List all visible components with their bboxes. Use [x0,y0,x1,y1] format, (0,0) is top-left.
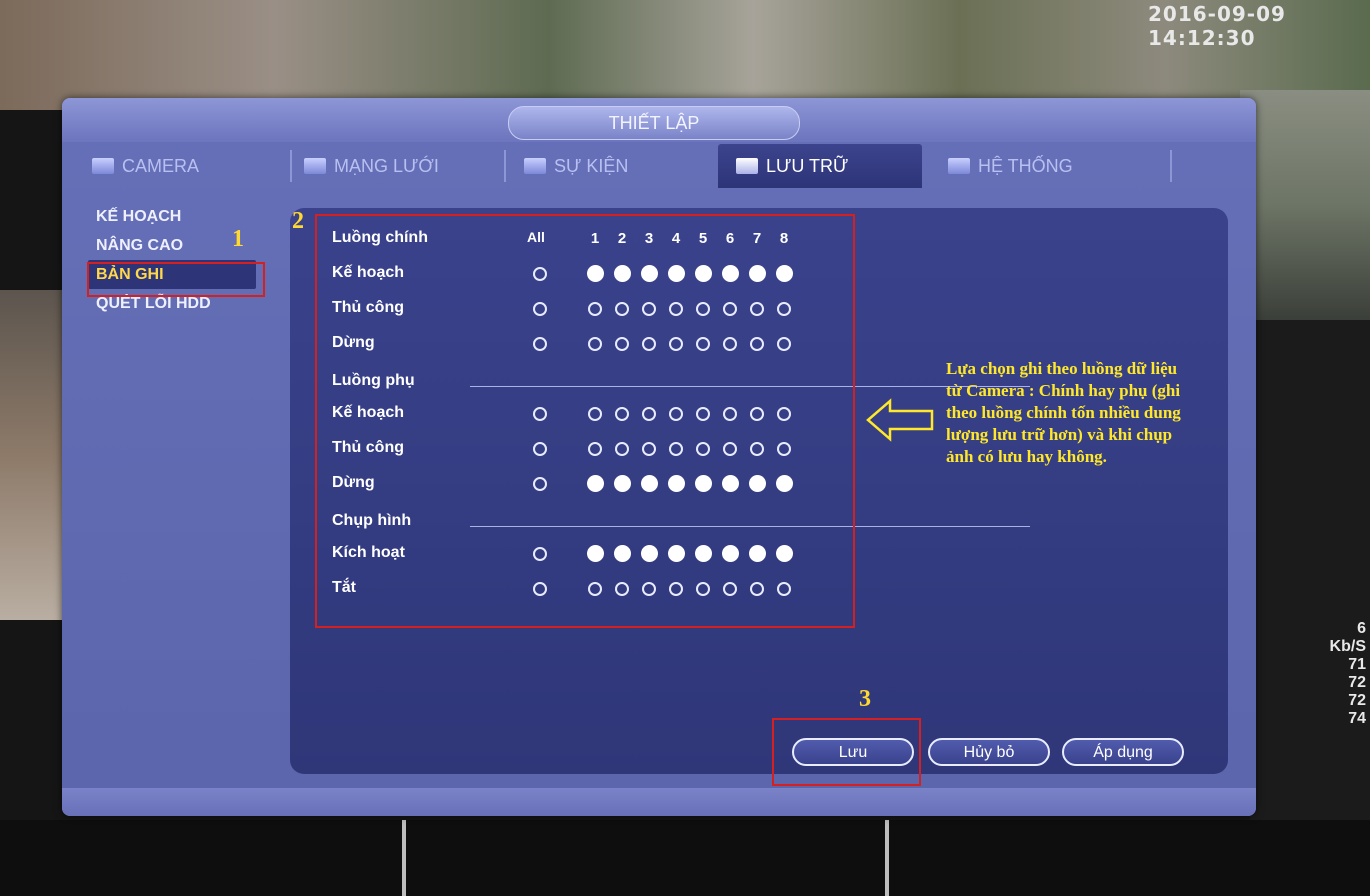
arrow-left-icon [866,398,934,442]
tab-event[interactable]: SỰ KIỆN [520,144,724,188]
menu-item-schedule[interactable]: KẾ HOẠCH [88,202,278,231]
bitrate-stat: 6 [1357,620,1366,637]
tab-label: MẠNG LƯỚI [334,156,439,176]
camera-timestamp: 2016-09-09 14:12:30 [1148,2,1286,50]
dialog-footer [62,788,1256,816]
dialog-title: THIẾT LẬP [508,106,800,140]
cancel-button[interactable]: Hủy bỏ [928,738,1050,766]
event-icon [524,158,546,174]
camera-feed-dark [1250,320,1370,820]
network-icon [304,158,326,174]
system-icon [948,158,970,174]
bitrate-stat: Kb/S [1329,638,1366,655]
annotation-number-1: 1 [232,226,244,252]
bitrate-stat: 71 [1348,656,1366,673]
camera-feed-right [1240,90,1370,320]
annotation-box-3 [772,718,921,786]
apply-button[interactable]: Áp dụng [1062,738,1184,766]
annotation-box-1 [87,262,265,297]
tab-label: CAMERA [122,156,200,176]
camera-icon [92,158,114,174]
bitrate-stat: 74 [1348,710,1366,727]
annotation-box-2 [315,214,855,628]
tab-label: SỰ KIỆN [554,156,629,176]
grid-divider [885,820,889,896]
bitrate-stat: 72 [1348,692,1366,709]
bitrate-stats: 6 Kb/S 71 72 72 74 [1322,620,1366,728]
bitrate-stat: 72 [1348,674,1366,691]
camera-feed-bottom [0,820,1370,896]
tab-divider [504,150,506,182]
annotation-number-3: 3 [859,686,871,712]
grid-divider [402,820,406,896]
dialog-titlebar: THIẾT LẬP [62,98,1256,142]
tab-network[interactable]: MẠNG LƯỚI [300,144,504,188]
tab-divider [1170,150,1172,182]
side-menu: KẾ HOẠCH NÂNG CAO BẢN GHI QUÉT LỖI HDD [88,202,278,318]
tab-system[interactable]: HỆ THỐNG [944,144,1168,188]
main-tabs: CAMERA MẠNG LƯỚI SỰ KIỆN LƯU TRỮ HỆ THỐN… [72,144,1244,188]
menu-item-advanced[interactable]: NÂNG CAO [88,231,278,260]
tab-storage[interactable]: LƯU TRỮ [718,144,922,188]
storage-icon [736,158,758,174]
tab-label: LƯU TRỮ [766,156,849,176]
tab-divider [290,150,292,182]
annotation-note: Lựa chọn ghi theo luồng dữ liệu từ Camer… [946,359,1181,466]
annotation-number-2: 2 [292,208,304,234]
tab-camera[interactable]: CAMERA [86,144,292,188]
tab-label: HỆ THỐNG [978,156,1073,176]
